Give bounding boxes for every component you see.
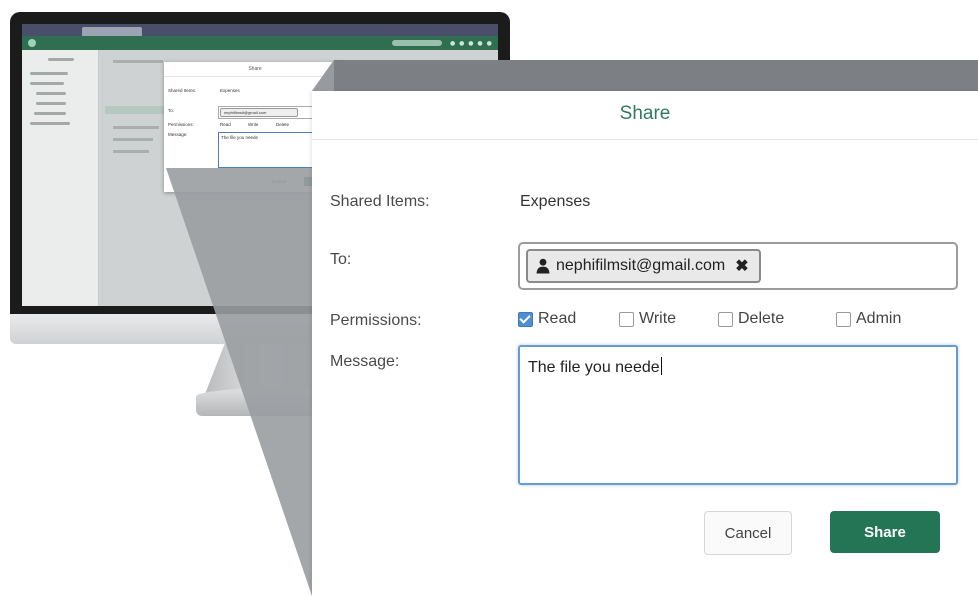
message-text: The file you neede <box>528 359 660 376</box>
checkbox-icon[interactable] <box>718 311 733 327</box>
dialog-header: Share <box>312 91 978 140</box>
zoom-beam-top <box>312 60 978 91</box>
permission-write-checkbox[interactable]: Write <box>619 310 676 328</box>
recipient-email: nephifilmsit@gmail.com <box>556 257 726 274</box>
cancel-button[interactable]: Cancel <box>704 511 792 555</box>
permission-read-label: Read <box>538 310 577 327</box>
text-caret <box>660 357 662 375</box>
share-button[interactable]: Share <box>830 511 940 553</box>
zoom-beam-left <box>166 60 334 596</box>
message-text-wrapper: The file you neede <box>528 357 662 377</box>
permission-read-checkbox[interactable]: Read <box>518 310 576 328</box>
permission-admin-label: Admin <box>856 310 902 327</box>
to-field[interactable]: nephifilmsit@gmail.com ✖ <box>518 242 958 290</box>
to-label: To: <box>330 251 352 268</box>
dialog-title: Share <box>619 103 671 124</box>
checkbox-icon[interactable] <box>836 311 851 327</box>
person-icon <box>536 258 550 274</box>
message-label: Message: <box>330 353 400 370</box>
message-textarea[interactable]: The file you neede <box>518 345 958 485</box>
shared-items-value: Expenses <box>520 193 591 210</box>
permissions-label: Permissions: <box>330 312 422 329</box>
permission-write-label: Write <box>639 310 677 327</box>
checkbox-checked-icon[interactable] <box>518 311 533 327</box>
permission-admin-checkbox[interactable]: Admin <box>836 310 901 328</box>
share-dialog: Share Shared Items: Expenses To: nephifi… <box>312 91 978 596</box>
recipient-chip[interactable]: nephifilmsit@gmail.com ✖ <box>526 249 761 283</box>
shared-items-label: Shared Items: <box>330 193 430 210</box>
close-icon[interactable]: ✖ <box>735 256 748 276</box>
permission-delete-checkbox[interactable]: Delete <box>718 310 784 328</box>
checkbox-icon[interactable] <box>619 311 634 327</box>
permission-delete-label: Delete <box>738 310 785 327</box>
